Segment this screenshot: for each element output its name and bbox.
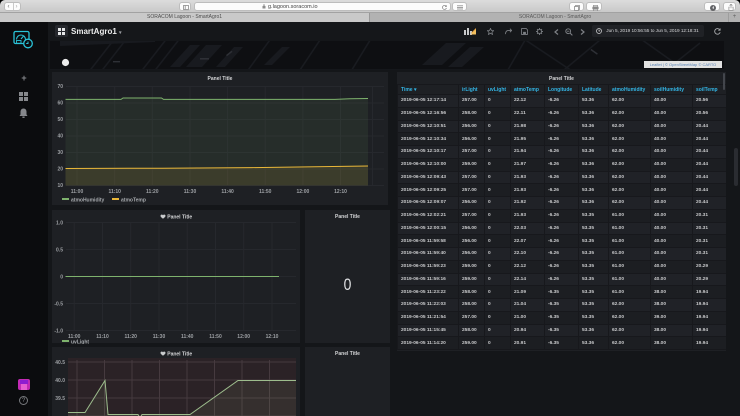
svg-text:11:20: 11:20 — [146, 189, 159, 195]
svg-text:12:10: 12:10 — [334, 189, 347, 195]
svg-text:11:50: 11:50 — [209, 334, 222, 340]
svg-text:-0.5: -0.5 — [54, 301, 63, 307]
svg-text:70: 70 — [57, 84, 63, 90]
svg-text:11:10: 11:10 — [108, 189, 121, 195]
svg-text:0: 0 — [60, 274, 63, 280]
svg-text:11:40: 11:40 — [181, 334, 194, 340]
svg-text:11:30: 11:30 — [184, 189, 197, 195]
svg-text:60: 60 — [57, 100, 63, 106]
svg-text:12:00: 12:00 — [297, 189, 310, 195]
svg-text:11:20: 11:20 — [124, 334, 137, 340]
svg-text:12:10: 12:10 — [266, 334, 279, 340]
svg-text:atmoHumidity: atmoHumidity — [71, 198, 105, 204]
svg-text:39.5: 39.5 — [55, 396, 65, 402]
svg-text:40.5: 40.5 — [55, 360, 65, 366]
svg-text:12:00: 12:00 — [237, 334, 250, 340]
svg-text:11:00: 11:00 — [71, 189, 84, 195]
svg-text:11:30: 11:30 — [153, 334, 166, 340]
svg-text:40.0: 40.0 — [55, 378, 65, 384]
svg-text:-1.0: -1.0 — [54, 328, 63, 334]
svg-text:1.0: 1.0 — [56, 220, 63, 226]
svg-text:10: 10 — [57, 183, 63, 189]
svg-text:30: 30 — [57, 150, 63, 156]
svg-text:11:40: 11:40 — [221, 189, 234, 195]
svg-text:20: 20 — [57, 166, 63, 172]
svg-text:40: 40 — [57, 133, 63, 139]
svg-text:11:10: 11:10 — [96, 334, 109, 340]
svg-text:atmoTemp: atmoTemp — [121, 198, 146, 204]
svg-text:50: 50 — [57, 117, 63, 123]
svg-text:11:50: 11:50 — [259, 189, 272, 195]
svg-text:uvLight: uvLight — [71, 339, 89, 344]
svg-text:0.5: 0.5 — [56, 247, 63, 253]
